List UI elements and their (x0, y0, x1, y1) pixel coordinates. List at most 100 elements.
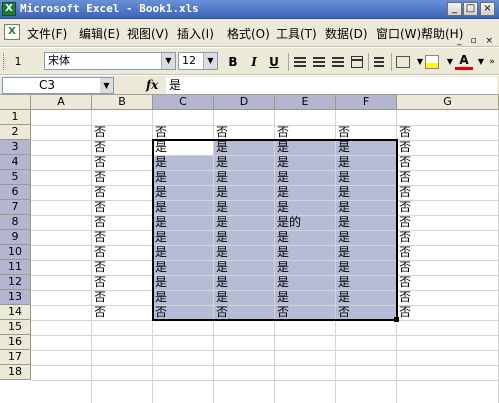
cell-g10[interactable]: 否 (397, 245, 499, 260)
menu-format[interactable]: 格式(O) (227, 25, 270, 42)
row-header-8[interactable]: 8 (0, 215, 31, 230)
chevron-down-icon[interactable]: ▼ (203, 53, 217, 69)
cell-b4[interactable]: 否 (92, 155, 153, 170)
cell-b12[interactable]: 否 (92, 275, 153, 290)
maximize-button[interactable]: □ (463, 2, 478, 16)
cell-b7[interactable]: 否 (92, 200, 153, 215)
row-header-5[interactable]: 5 (0, 170, 31, 185)
worksheet-grid[interactable]: A B C D E F G 1 2 3 4 5 6 7 8 9 10 11 12 13 14 15 16 17 18 否否否否否否… (0, 95, 499, 403)
menu-view[interactable]: 视图(V) (127, 25, 169, 42)
cell-g6[interactable]: 否 (397, 185, 499, 200)
cell-b10[interactable]: 否 (92, 245, 153, 260)
underline-button[interactable]: U (265, 53, 283, 71)
row-header-16[interactable]: 16 (0, 335, 31, 350)
excel-app-icon[interactable]: X (2, 2, 16, 16)
minimize-button[interactable]: _ (447, 2, 462, 16)
align-right-icon[interactable] (332, 57, 344, 67)
chevron-down-icon[interactable]: ▼ (161, 53, 175, 69)
fill-color-icon[interactable] (425, 55, 439, 69)
cell-b9[interactable]: 否 (92, 230, 153, 245)
borders-icon[interactable] (396, 56, 410, 68)
toolbar-separator (288, 53, 289, 71)
cell-g5[interactable]: 否 (397, 170, 499, 185)
cell-g13[interactable]: 否 (397, 290, 499, 305)
gridline-horizontal (31, 380, 499, 381)
row-header-2[interactable]: 2 (0, 125, 31, 140)
cell-g7[interactable]: 否 (397, 200, 499, 215)
italic-button[interactable]: I (245, 53, 263, 71)
column-header-e[interactable]: E (275, 95, 336, 110)
cell-b5[interactable]: 否 (92, 170, 153, 185)
cell-b3[interactable]: 否 (92, 140, 153, 155)
font-size-combo[interactable]: 12 ▼ (178, 52, 218, 70)
cell-g3[interactable]: 否 (397, 140, 499, 155)
column-header-g[interactable]: G (397, 95, 499, 110)
menu-file[interactable]: 文件(F) (27, 25, 67, 42)
insert-function-button[interactable]: fx (146, 78, 158, 92)
row-header-17[interactable]: 17 (0, 350, 31, 365)
cell-b11[interactable]: 否 (92, 260, 153, 275)
menu-edit[interactable]: 编辑(E) (79, 25, 120, 42)
close-button[interactable]: × (480, 2, 495, 16)
fill-handle[interactable] (394, 317, 399, 322)
row-header-15[interactable]: 15 (0, 320, 31, 335)
bold-button[interactable]: B (224, 53, 242, 71)
column-header-c[interactable]: C (153, 95, 214, 110)
merge-center-icon[interactable] (351, 56, 363, 68)
cell-g9[interactable]: 否 (397, 230, 499, 245)
cell-b14[interactable]: 否 (92, 305, 153, 320)
row-header-3[interactable]: 3 (0, 140, 31, 155)
menu-window[interactable]: 窗口(W) (376, 25, 421, 42)
gridline-horizontal (31, 365, 499, 366)
align-center-icon[interactable] (313, 57, 325, 67)
align-left-icon[interactable] (294, 57, 306, 67)
menu-insert[interactable]: 插入(I) (177, 25, 214, 42)
row-header-11[interactable]: 11 (0, 260, 31, 275)
font-name-combo[interactable]: 宋体 ▼ (44, 52, 176, 70)
menu-data[interactable]: 数据(D) (325, 25, 368, 42)
formula-input[interactable]: 是 (166, 77, 497, 94)
row-header-18[interactable]: 18 (0, 365, 31, 380)
toolbar-options-icon[interactable]: » (487, 53, 497, 71)
cell-g4[interactable]: 否 (397, 155, 499, 170)
column-header-f[interactable]: F (336, 95, 397, 110)
row-header-6[interactable]: 6 (0, 185, 31, 200)
cell-f2[interactable]: 否 (336, 125, 397, 140)
cell-g14[interactable]: 否 (397, 305, 499, 320)
cell-d2[interactable]: 否 (214, 125, 275, 140)
cell-g2[interactable]: 否 (397, 125, 499, 140)
menu-tools[interactable]: 工具(T) (276, 25, 317, 42)
row-header-10[interactable]: 10 (0, 245, 31, 260)
row-header-7[interactable]: 7 (0, 200, 31, 215)
workbook-window-buttons[interactable]: _ ▫ × (457, 36, 496, 46)
row-header-9[interactable]: 9 (0, 230, 31, 245)
selection-border (152, 139, 398, 321)
cell-g12[interactable]: 否 (397, 275, 499, 290)
cell-b2[interactable]: 否 (92, 125, 153, 140)
cell-g8[interactable]: 否 (397, 215, 499, 230)
name-box[interactable]: C3 ▼ (2, 77, 114, 94)
select-all-corner[interactable] (0, 95, 31, 110)
name-box-value: C3 (39, 78, 56, 92)
gridline-horizontal (31, 350, 499, 351)
cell-b13[interactable]: 否 (92, 290, 153, 305)
column-header-b[interactable]: B (92, 95, 153, 110)
row-header-14[interactable]: 14 (0, 305, 31, 320)
chevron-down-icon[interactable]: ▼ (100, 78, 113, 93)
font-color-button[interactable]: A (455, 53, 473, 70)
row-header-4[interactable]: 4 (0, 155, 31, 170)
workbook-icon[interactable]: X (4, 24, 20, 40)
column-header-d[interactable]: D (214, 95, 275, 110)
cell-g11[interactable]: 否 (397, 260, 499, 275)
cell-b6[interactable]: 否 (92, 185, 153, 200)
column-header-a[interactable]: A (31, 95, 92, 110)
cell-e2[interactable]: 否 (275, 125, 336, 140)
toolbar-grip[interactable] (3, 53, 6, 70)
row-header-12[interactable]: 12 (0, 275, 31, 290)
window-title: Microsoft Excel - Book1.xls (20, 2, 199, 15)
row-header-13[interactable]: 13 (0, 290, 31, 305)
cell-c2[interactable]: 否 (153, 125, 214, 140)
cell-b8[interactable]: 否 (92, 215, 153, 230)
indent-icon[interactable] (374, 57, 384, 67)
row-header-1[interactable]: 1 (0, 110, 31, 125)
